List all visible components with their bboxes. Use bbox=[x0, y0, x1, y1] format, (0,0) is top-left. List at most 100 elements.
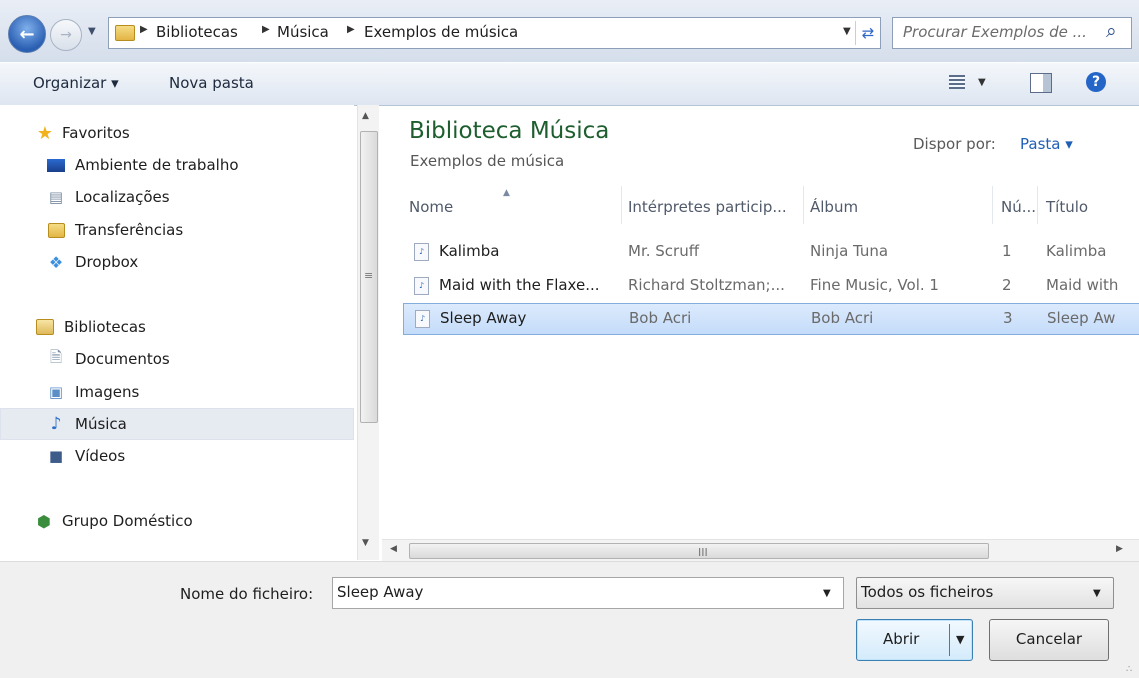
file-album: Fine Music, Vol. 1 bbox=[810, 276, 939, 294]
organize-button[interactable]: Organizar ▾ bbox=[33, 74, 119, 92]
breadcrumb-sample-music[interactable]: Exemplos de música bbox=[364, 23, 518, 41]
images-icon: ▣ bbox=[48, 383, 64, 401]
back-button[interactable]: ← bbox=[8, 15, 46, 53]
open-button[interactable]: Abrir ▼ bbox=[856, 619, 973, 661]
search-input[interactable]: Procurar Exemplos de ... bbox=[903, 23, 1087, 41]
breadcrumb-separator-icon[interactable]: ▶ bbox=[262, 24, 270, 35]
grip-icon: III bbox=[698, 546, 708, 559]
library-title: Biblioteca Música bbox=[409, 118, 610, 144]
file-number: 3 bbox=[1003, 309, 1013, 327]
forward-button[interactable]: → bbox=[50, 19, 82, 51]
refresh-button[interactable]: ⇄ bbox=[855, 21, 880, 45]
nav-label: Música bbox=[75, 415, 127, 433]
file-row-selected[interactable]: ♪ Sleep Away Bob Acri Bob Acri 3 Sleep A… bbox=[403, 303, 1139, 335]
column-header-number[interactable]: Nú... bbox=[1001, 198, 1036, 216]
help-icon[interactable]: ? bbox=[1086, 72, 1106, 92]
file-title: Kalimba bbox=[1046, 242, 1107, 260]
preview-pane-icon[interactable] bbox=[1030, 73, 1052, 93]
history-dropdown-icon[interactable]: ▼ bbox=[88, 26, 96, 37]
breadcrumb-separator-icon[interactable]: ▶ bbox=[140, 24, 148, 35]
file-number: 2 bbox=[1002, 276, 1012, 294]
column-header-album[interactable]: Álbum bbox=[810, 198, 858, 216]
views-icon[interactable] bbox=[949, 75, 965, 89]
scroll-down-icon[interactable]: ▼ bbox=[362, 538, 369, 548]
nav-item-homegroup[interactable]: ⬢ Grupo Doméstico bbox=[0, 506, 352, 536]
downloads-folder-icon bbox=[47, 222, 65, 238]
nav-label: Bibliotecas bbox=[64, 318, 146, 336]
breadcrumb-separator-icon[interactable]: ▶ bbox=[347, 24, 355, 35]
scroll-up-icon[interactable]: ▲ bbox=[362, 111, 369, 121]
open-options-dropdown-icon[interactable]: ▼ bbox=[956, 633, 964, 646]
resize-grip-icon[interactable]: ∴ bbox=[1126, 664, 1132, 675]
nav-label: Dropbox bbox=[75, 253, 139, 271]
file-number: 1 bbox=[1002, 242, 1012, 260]
breadcrumb-music[interactable]: Música bbox=[277, 23, 329, 41]
nav-item-documents[interactable]: 🗎 Documentos bbox=[0, 344, 352, 374]
nav-item-favorites[interactable]: ★ Favoritos bbox=[0, 118, 352, 148]
column-divider[interactable] bbox=[621, 186, 622, 224]
column-header-name[interactable]: Nome bbox=[409, 198, 453, 216]
nav-label: Favoritos bbox=[62, 124, 130, 142]
file-artist: Mr. Scruff bbox=[628, 242, 700, 260]
search-icon[interactable]: ⌕ bbox=[1106, 20, 1117, 42]
nav-item-dropbox[interactable]: ❖ Dropbox bbox=[0, 247, 352, 277]
sort-ascending-icon: ▲ bbox=[503, 188, 510, 198]
navigation-pane: ★ Favoritos Ambiente de trabalho ▤ Local… bbox=[0, 105, 354, 560]
search-box[interactable]: Procurar Exemplos de ... ⌕ bbox=[892, 17, 1132, 49]
filename-dropdown-icon[interactable]: ▼ bbox=[823, 588, 831, 599]
file-album: Bob Acri bbox=[811, 309, 874, 327]
column-divider[interactable] bbox=[803, 186, 804, 224]
scroll-left-icon[interactable]: ◀ bbox=[390, 544, 397, 554]
column-header-title[interactable]: Título bbox=[1046, 198, 1088, 216]
cancel-button[interactable]: Cancelar bbox=[989, 619, 1109, 661]
refresh-icon: ⇄ bbox=[861, 24, 875, 42]
arrange-by-label: Dispor por: bbox=[913, 135, 996, 153]
filename-label: Nome do ficheiro: bbox=[180, 585, 314, 603]
audio-file-icon: ♪ bbox=[414, 277, 429, 295]
column-divider[interactable] bbox=[1037, 186, 1038, 224]
documents-icon: 🗎 bbox=[49, 347, 63, 366]
arrange-by-dropdown[interactable]: Pasta ▾ bbox=[1020, 135, 1073, 153]
nav-label: Imagens bbox=[75, 383, 140, 401]
address-box[interactable]: ▶ Bibliotecas ▶ Música ▶ Exemplos de mús… bbox=[108, 17, 881, 49]
file-name: Maid with the Flaxe... bbox=[439, 276, 600, 294]
file-type-value: Todos os ficheiros bbox=[861, 583, 994, 601]
grip-icon: ≡ bbox=[364, 269, 374, 282]
scrollbar-thumb[interactable]: III bbox=[409, 543, 989, 559]
column-divider[interactable] bbox=[992, 186, 993, 224]
audio-file-icon: ♪ bbox=[415, 310, 430, 328]
column-header-artists[interactable]: Intérpretes particip... bbox=[628, 198, 787, 216]
nav-item-locations[interactable]: ▤ Localizações bbox=[0, 182, 352, 212]
nav-label: Ambiente de trabalho bbox=[75, 156, 239, 174]
file-title: Sleep Aw bbox=[1047, 309, 1116, 327]
forward-arrow-icon: → bbox=[60, 27, 72, 43]
libraries-icon bbox=[36, 319, 54, 335]
file-row[interactable]: ♪ Kalimba Mr. Scruff Ninja Tuna 1 Kalimb… bbox=[403, 237, 1139, 267]
nav-item-desktop[interactable]: Ambiente de trabalho bbox=[0, 150, 352, 180]
nav-item-videos[interactable]: ■ Vídeos bbox=[0, 441, 352, 471]
horizontal-scrollbar[interactable]: ◀ III ▶ bbox=[382, 539, 1139, 561]
nav-item-music[interactable]: ♪ Música bbox=[0, 408, 354, 440]
nav-label: Documentos bbox=[75, 350, 170, 368]
new-folder-button[interactable]: Nova pasta bbox=[169, 74, 254, 92]
filename-field[interactable]: Sleep Away ▼ bbox=[332, 577, 844, 609]
file-name: Sleep Away bbox=[440, 309, 527, 327]
views-dropdown-icon[interactable]: ▼ bbox=[978, 77, 986, 88]
nav-item-libraries[interactable]: Bibliotecas bbox=[0, 312, 352, 342]
nav-item-downloads[interactable]: Transferências bbox=[0, 215, 352, 245]
nav-label: Transferências bbox=[75, 221, 184, 239]
file-type-select[interactable]: Todos os ficheiros ▼ bbox=[856, 577, 1114, 609]
music-note-icon: ♪ bbox=[50, 414, 62, 434]
open-button-label: Abrir bbox=[883, 630, 920, 648]
nav-item-images[interactable]: ▣ Imagens bbox=[0, 377, 352, 407]
file-type-dropdown-icon[interactable]: ▼ bbox=[1093, 588, 1101, 599]
navigation-scrollbar[interactable]: ▲ ≡ ▼ bbox=[357, 105, 379, 560]
filename-value[interactable]: Sleep Away bbox=[337, 583, 423, 601]
scroll-right-icon[interactable]: ▶ bbox=[1116, 544, 1123, 554]
homegroup-icon: ⬢ bbox=[37, 511, 51, 531]
file-row[interactable]: ♪ Maid with the Flaxe... Richard Stoltzm… bbox=[403, 271, 1139, 301]
dropbox-icon: ❖ bbox=[48, 252, 64, 272]
breadcrumb-libraries[interactable]: Bibliotecas bbox=[156, 23, 238, 41]
nav-label: Localizações bbox=[75, 188, 170, 206]
address-dropdown-icon[interactable]: ▼ bbox=[843, 26, 851, 37]
